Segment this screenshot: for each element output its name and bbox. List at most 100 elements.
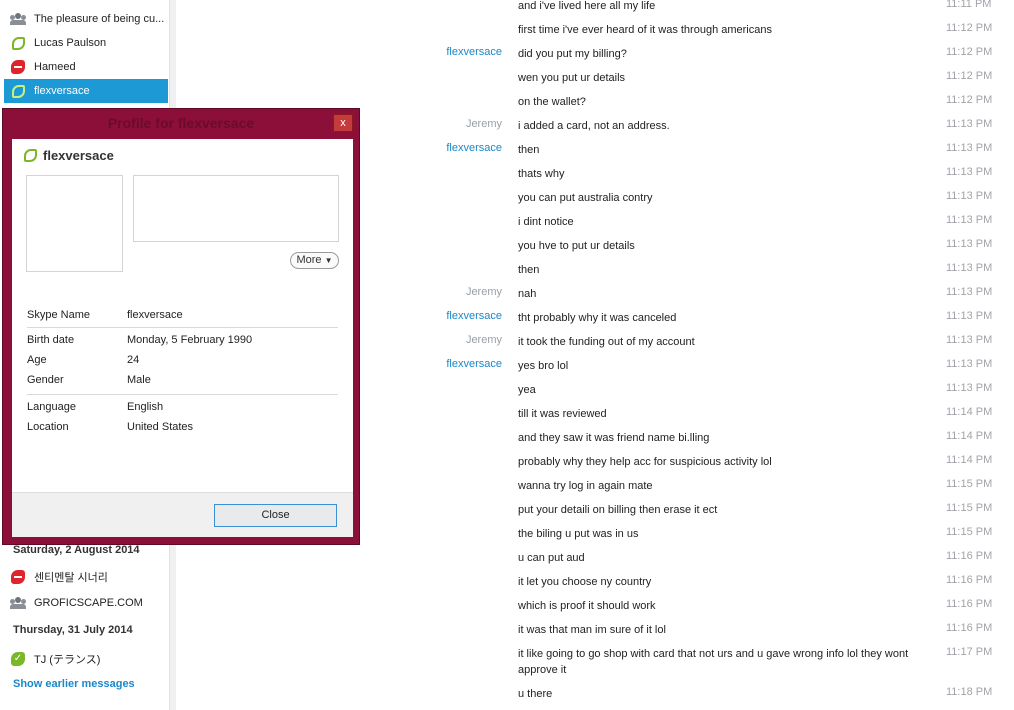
field-label: Age — [27, 354, 47, 366]
message-timestamp: 11:14 PM — [946, 406, 993, 418]
field-value: Monday, 5 February 1990 — [127, 334, 253, 346]
message-text: u there — [518, 688, 553, 700]
message-sender[interactable]: flexversace — [372, 142, 502, 154]
message-timestamp: 11:13 PM — [946, 190, 993, 202]
sidebar-item-label: The pleasure of being cu... — [34, 13, 165, 25]
message-text: probably why they help acc for suspiciou… — [518, 456, 772, 468]
message-text: and they saw it was friend name bi.lling — [518, 432, 710, 444]
field-value: flexversace — [127, 309, 183, 321]
message-timestamp: 11:16 PM — [946, 550, 993, 562]
message-timestamp: 11:13 PM — [946, 142, 993, 154]
dialog-footer: Close — [12, 492, 353, 537]
message-text: which is proof it should work — [518, 600, 656, 612]
sidebar-item-lucas-paulson[interactable]: Lucas Paulson — [4, 31, 168, 55]
profile-header: flexversace — [24, 148, 114, 163]
message-timestamp: 11:13 PM — [946, 238, 993, 250]
message-text: on the wallet? — [518, 96, 586, 108]
chevron-down-icon: ▼ — [324, 256, 333, 265]
sidebar-item-label: TJ (テランス) — [34, 654, 101, 666]
field-value: English — [127, 401, 164, 413]
message-text: and i've lived here all my life — [518, 0, 656, 12]
sidebar-item-groficscape[interactable]: GROFICSCAPE.COM — [4, 591, 168, 615]
sidebar-item-tj[interactable]: ✓ TJ (テランス) — [4, 647, 168, 671]
message-timestamp: 11:14 PM — [946, 454, 993, 466]
message-timestamp: 11:12 PM — [946, 22, 993, 34]
field-label: Gender — [27, 374, 64, 386]
message-timestamp: 11:13 PM — [946, 358, 993, 370]
message-sender[interactable]: flexversace — [372, 46, 502, 58]
sidebar-item-label: Hameed — [34, 61, 76, 73]
message-timestamp: 11:13 PM — [946, 286, 993, 298]
message-timestamp: 11:12 PM — [946, 70, 993, 82]
message-timestamp: 11:16 PM — [946, 622, 993, 634]
status-away-icon — [10, 35, 26, 51]
message-timestamp: 11:17 PM — [946, 646, 993, 658]
profile-username: flexversace — [43, 148, 114, 163]
message-text: yes bro lol — [518, 360, 569, 372]
group-icon — [10, 595, 26, 611]
sidebar-item-group-chat[interactable]: The pleasure of being cu... — [4, 7, 168, 31]
message-sender[interactable]: Jeremy — [372, 334, 502, 346]
message-sender[interactable]: flexversace — [372, 358, 502, 370]
message-text: then — [518, 144, 540, 156]
sidebar-item-label: GROFICSCAPE.COM — [34, 597, 143, 609]
message-sender[interactable]: Jeremy — [372, 118, 502, 130]
divider — [27, 394, 338, 395]
field-value: Male — [127, 374, 151, 386]
message-text: did you put my billing? — [518, 48, 627, 60]
message-text: tht probably why it was canceled — [518, 312, 677, 324]
status-online-icon: ✓ — [10, 651, 26, 667]
status-dnd-icon — [10, 569, 26, 585]
message-timestamp: 11:16 PM — [946, 574, 993, 586]
message-timestamp: 11:13 PM — [946, 262, 993, 274]
group-icon — [10, 11, 26, 27]
field-label: Location — [27, 421, 69, 433]
message-text: it was that man im sure of it lol — [518, 624, 666, 636]
date-header: Saturday, 2 August 2014 — [13, 544, 140, 556]
sidebar-item-flexversace[interactable]: flexversace — [4, 79, 168, 103]
sidebar-item-label: flexversace — [34, 85, 90, 97]
message-text: till it was reviewed — [518, 408, 607, 420]
divider — [27, 327, 338, 328]
field-label: Language — [27, 401, 76, 413]
message-text: you can put australia contry — [518, 192, 653, 204]
message-timestamp: 11:13 PM — [946, 214, 993, 226]
message-timestamp: 11:12 PM — [946, 94, 993, 106]
message-text: wen you put ur details — [518, 72, 626, 84]
message-timestamp: 11:18 PM — [946, 686, 993, 698]
message-text: it like going to go shop with card that … — [518, 648, 909, 676]
mood-message-box — [133, 175, 339, 242]
message-text: i added a card, not an address. — [518, 120, 670, 132]
message-text: thats why — [518, 168, 565, 180]
more-label: More — [296, 254, 322, 266]
sidebar-item-sentimental-scenery[interactable]: 센티멘탈 시너리 — [4, 565, 168, 589]
close-icon[interactable]: x — [333, 114, 353, 132]
sidebar-item-hameed[interactable]: Hameed — [4, 55, 168, 79]
message-text: it took the funding out of my account — [518, 336, 695, 348]
status-away-icon — [10, 83, 26, 99]
sidebar-item-label: Lucas Paulson — [34, 37, 107, 49]
field-label: Birth date — [27, 334, 75, 346]
message-text: yea — [518, 384, 536, 396]
avatar — [26, 175, 123, 272]
sidebar-item-label: 센티멘탈 시너리 — [34, 572, 108, 584]
message-text: nah — [518, 288, 537, 300]
field-label: Skype Name — [27, 309, 90, 321]
profile-dialog: Profile for flexversace x flexversace Mo… — [2, 108, 360, 545]
message-sender[interactable]: Jeremy — [372, 286, 502, 298]
message-text: then — [518, 264, 540, 276]
field-value: United States — [127, 421, 194, 433]
message-text: u can put aud — [518, 552, 585, 564]
more-button[interactable]: More ▼ — [290, 252, 339, 269]
show-earlier-messages-link[interactable]: Show earlier messages — [13, 678, 135, 690]
message-timestamp: 11:13 PM — [946, 310, 993, 322]
message-timestamp: 11:11 PM — [946, 0, 992, 10]
message-timestamp: 11:15 PM — [946, 502, 993, 514]
message-text: it let you choose ny country — [518, 576, 652, 588]
message-timestamp: 11:15 PM — [946, 526, 993, 538]
date-header: Thursday, 31 July 2014 — [13, 624, 133, 636]
message-timestamp: 11:13 PM — [946, 118, 993, 130]
message-text: you hve to put ur details — [518, 240, 635, 252]
close-button[interactable]: Close — [214, 504, 337, 527]
message-sender[interactable]: flexversace — [372, 310, 502, 322]
